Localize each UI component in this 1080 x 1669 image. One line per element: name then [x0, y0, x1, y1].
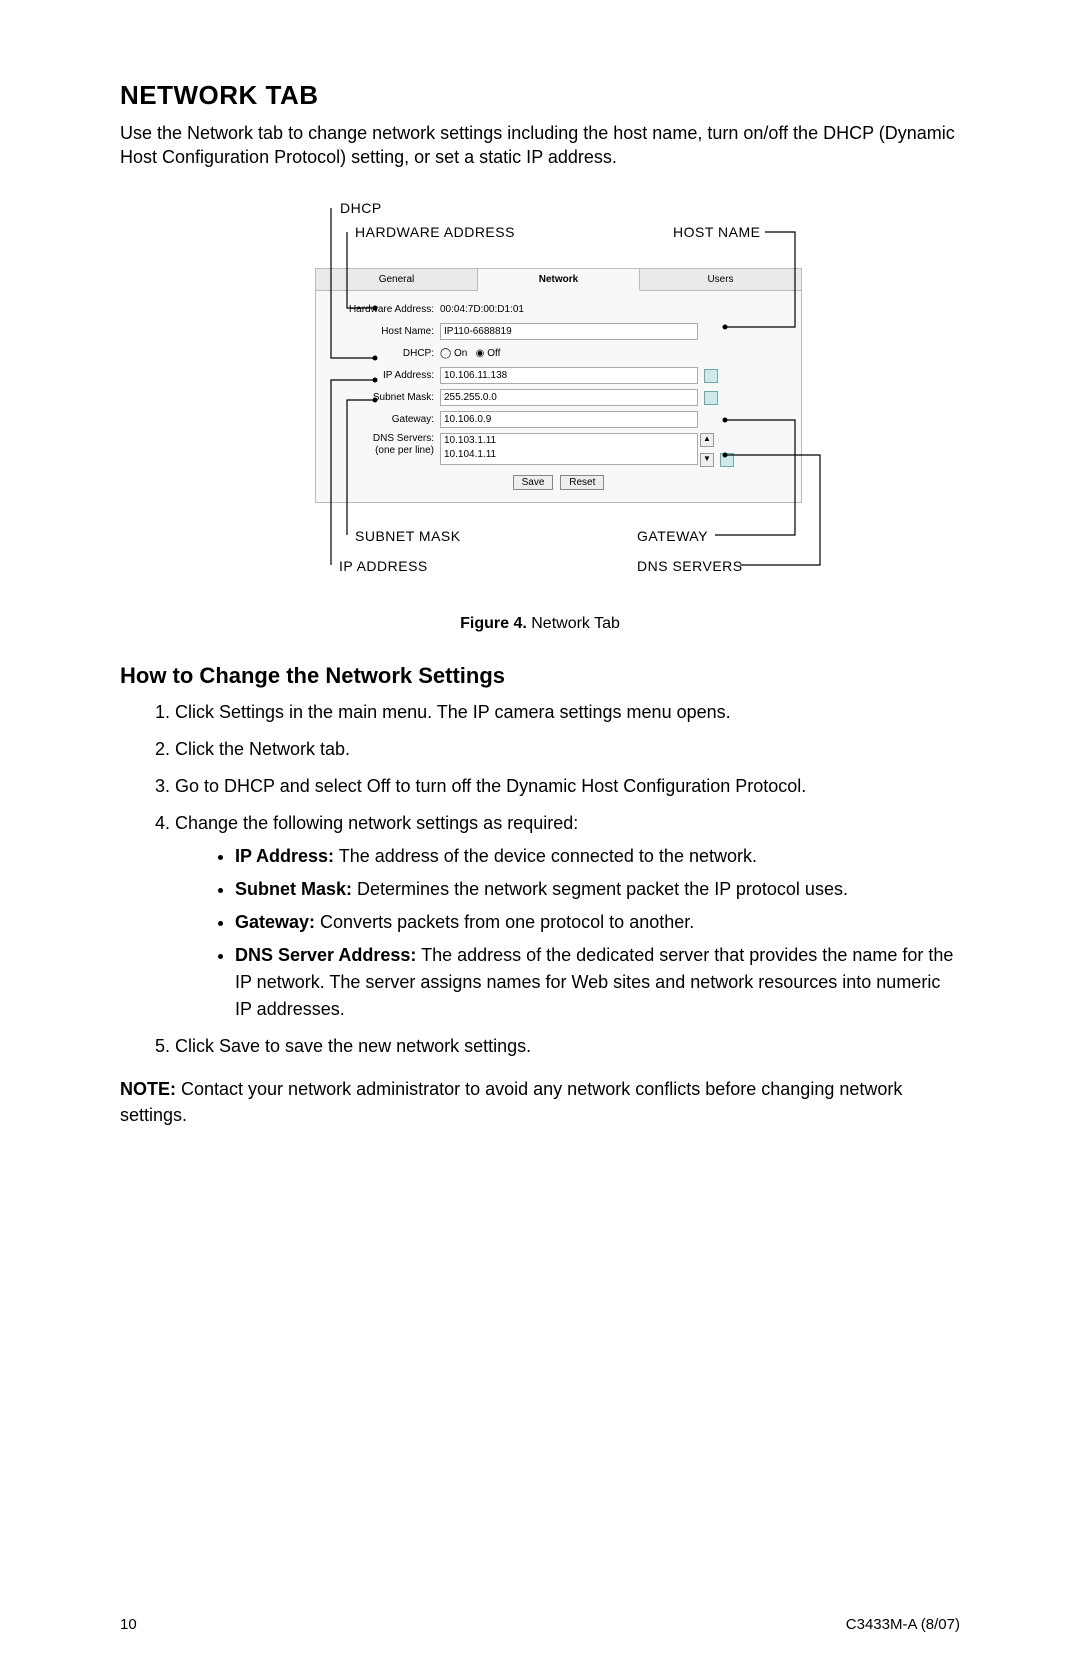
- section-title: NETWORK TAB: [120, 80, 960, 111]
- doc-id: C3433M-A (8/07): [846, 1616, 960, 1633]
- scroll-up-arrow-icon[interactable]: ▲: [700, 433, 714, 447]
- label-subnet-mask: Subnet Mask:: [324, 392, 440, 403]
- tab-general[interactable]: General: [316, 269, 478, 291]
- figure-caption: Figure 4. Network Tab: [120, 615, 960, 633]
- callout-ip-address: IP ADDRESS: [339, 558, 428, 574]
- note: NOTE: Contact your network administrator…: [120, 1076, 960, 1128]
- input-gateway[interactable]: 10.106.0.9: [440, 411, 698, 428]
- reset-button[interactable]: Reset: [560, 475, 604, 490]
- intro-paragraph: Use the Network tab to change network se…: [120, 121, 960, 170]
- keypad-icon[interactable]: [704, 391, 718, 405]
- input-dns-servers[interactable]: 10.103.1.11 10.104.1.11: [440, 433, 698, 465]
- bullet-gateway: Gateway: Converts packets from one proto…: [235, 909, 960, 936]
- callout-hardware-address: HARDWARE ADDRESS: [355, 224, 515, 240]
- callout-host-name: HOST NAME: [673, 224, 760, 240]
- value-hardware-address: 00:04:7D:00:D1:01: [440, 304, 793, 315]
- keypad-icon[interactable]: [704, 369, 718, 383]
- step-1: Click Settings in the main menu. The IP …: [175, 699, 960, 726]
- settings-panel: General Network Users Hardware Address: …: [315, 268, 802, 503]
- label-dns-servers: DNS Servers: (one per line): [324, 433, 440, 457]
- input-ip-address[interactable]: 10.106.11.138: [440, 367, 698, 384]
- callout-gateway: GATEWAY: [637, 528, 708, 544]
- radio-dhcp-off[interactable]: ◉ Off: [476, 348, 501, 359]
- callout-subnet-mask: SUBNET MASK: [355, 528, 461, 544]
- bullet-dns: DNS Server Address: The address of the d…: [235, 942, 960, 1023]
- label-ip-address: IP Address:: [324, 370, 440, 381]
- network-tab-diagram: DHCP HARDWARE ADDRESS HOST NAME SUBNET M…: [235, 200, 845, 600]
- tab-network[interactable]: Network: [478, 269, 640, 291]
- page-number: 10: [120, 1616, 137, 1633]
- save-button[interactable]: Save: [513, 475, 554, 490]
- step-2: Click the Network tab.: [175, 736, 960, 763]
- steps-list: Click Settings in the main menu. The IP …: [120, 699, 960, 1060]
- scroll-down-arrow-icon[interactable]: ▼: [700, 453, 714, 467]
- step-5: Click Save to save the new network setti…: [175, 1033, 960, 1060]
- subheading: How to Change the Network Settings: [120, 663, 960, 689]
- callout-dns-servers: DNS SERVERS: [637, 558, 743, 574]
- label-host-name: Host Name:: [324, 326, 440, 337]
- input-subnet-mask[interactable]: 255.255.0.0: [440, 389, 698, 406]
- step-3: Go to DHCP and select Off to turn off th…: [175, 773, 960, 800]
- radio-dhcp-on[interactable]: ◯ On: [440, 348, 467, 359]
- bullet-ip-address: IP Address: The address of the device co…: [235, 843, 960, 870]
- callout-dhcp: DHCP: [340, 200, 382, 216]
- step-4: Change the following network settings as…: [175, 810, 960, 1023]
- label-hardware-address: Hardware Address:: [324, 304, 440, 315]
- label-dhcp: DHCP:: [324, 348, 440, 359]
- input-host-name[interactable]: IP110-6688819: [440, 323, 698, 340]
- keypad-icon[interactable]: [720, 453, 734, 467]
- tab-users[interactable]: Users: [640, 269, 801, 291]
- label-gateway: Gateway:: [324, 414, 440, 425]
- bullet-subnet-mask: Subnet Mask: Determines the network segm…: [235, 876, 960, 903]
